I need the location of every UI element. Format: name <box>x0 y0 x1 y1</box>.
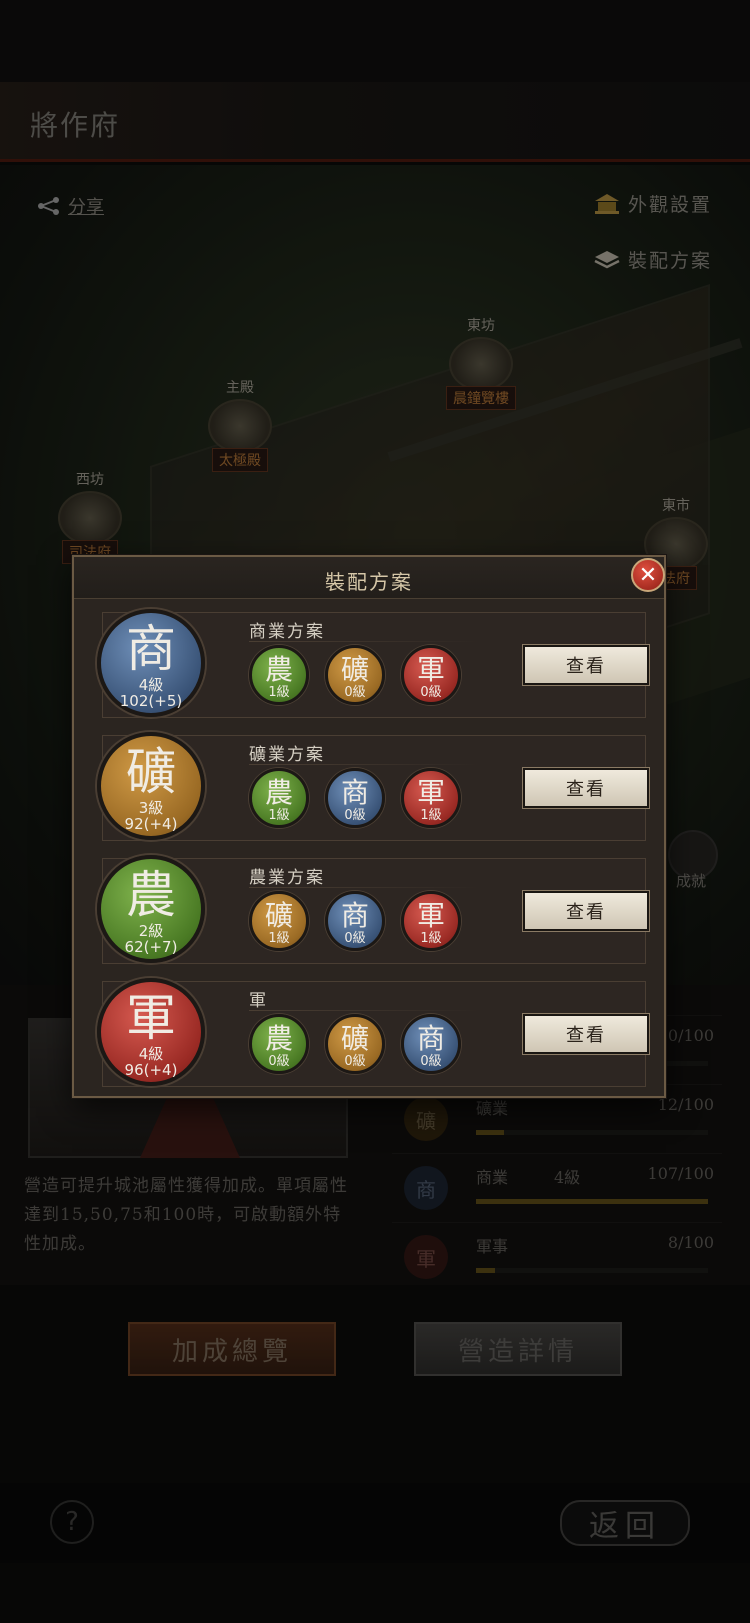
main-attribute-orb: 軍 4級 96(+4) <box>97 978 205 1086</box>
sub-attribute-orb: 農 0級 <box>249 1014 309 1074</box>
plan-name: 礦業方案 <box>249 745 325 765</box>
plan-card: 農 2級 62(+7) 農業方案 礦 1級 商 0級 軍 1級 查看 <box>97 855 649 964</box>
view-button[interactable]: 查看 <box>523 1014 649 1054</box>
orb-level: 1級 <box>268 685 290 700</box>
plan-card: 礦 3級 92(+4) 礦業方案 農 1級 商 0級 軍 1級 查看 <box>97 732 649 841</box>
orb-glyph: 礦 <box>340 653 369 686</box>
divider <box>249 887 479 888</box>
orb-glyph: 商 <box>416 1022 445 1055</box>
orb-level: 1級 <box>420 808 442 823</box>
sub-attribute-orb: 軍 1級 <box>401 768 461 828</box>
orb-level: 4級 <box>138 1045 164 1063</box>
orb-glyph: 礦 <box>340 1022 369 1055</box>
orb-level: 0級 <box>268 1054 290 1069</box>
orb-glyph: 農 <box>126 866 176 924</box>
sub-attribute-orb: 商 0級 <box>325 768 385 828</box>
close-button[interactable]: ✕ <box>631 558 665 592</box>
divider <box>249 1010 479 1011</box>
orb-level: 0級 <box>344 685 366 700</box>
orb-level: 0級 <box>420 685 442 700</box>
orb-glyph: 礦 <box>264 899 293 932</box>
plan-card: 商 4級 102(+5) 商業方案 農 1級 礦 0級 軍 0級 查看 <box>97 609 649 718</box>
orb-level: 1級 <box>268 931 290 946</box>
orb-level: 3級 <box>138 799 164 817</box>
orb-glyph: 軍 <box>416 899 445 932</box>
orb-level: 1級 <box>420 931 442 946</box>
orb-score: 92(+4) <box>124 815 178 833</box>
orb-score: 96(+4) <box>124 1061 178 1079</box>
orb-glyph: 軍 <box>416 653 445 686</box>
sub-attribute-orb: 礦 0級 <box>325 645 385 705</box>
plan-name: 軍 <box>249 991 268 1011</box>
sub-attribute-orb: 商 0級 <box>325 891 385 951</box>
orb-level: 2級 <box>138 922 164 940</box>
sub-attribute-orb: 農 1級 <box>249 645 309 705</box>
orb-glyph: 軍 <box>126 989 176 1047</box>
orb-glyph: 商 <box>126 620 176 678</box>
orb-score: 62(+7) <box>124 938 178 956</box>
orb-glyph: 軍 <box>416 776 445 809</box>
loadout-dialog: 裝配方案 ✕ 商 4級 102(+5) 商業方案 農 1級 礦 0級 軍 0級 查看 … <box>72 555 666 1098</box>
plan-name: 農業方案 <box>249 868 325 888</box>
view-button[interactable]: 查看 <box>523 891 649 931</box>
sub-attribute-orb: 商 0級 <box>401 1014 461 1074</box>
divider <box>249 764 479 765</box>
orb-level: 0級 <box>344 808 366 823</box>
main-attribute-orb: 農 2級 62(+7) <box>97 855 205 963</box>
orb-glyph: 商 <box>340 899 369 932</box>
plan-name: 商業方案 <box>249 622 325 642</box>
orb-score: 102(+5) <box>119 692 183 710</box>
orb-level: 1級 <box>268 808 290 823</box>
sub-attribute-orb: 軍 1級 <box>401 891 461 951</box>
plan-card: 軍 4級 96(+4) 軍 農 0級 礦 0級 商 0級 查看 <box>97 978 649 1087</box>
orb-glyph: 商 <box>340 776 369 809</box>
sub-attribute-orb: 礦 0級 <box>325 1014 385 1074</box>
orb-level: 0級 <box>344 1054 366 1069</box>
orb-glyph: 農 <box>264 776 293 809</box>
orb-level: 4級 <box>138 676 164 694</box>
main-attribute-orb: 礦 3級 92(+4) <box>97 732 205 840</box>
orb-level: 0級 <box>420 1054 442 1069</box>
dialog-title: 裝配方案 <box>325 570 413 594</box>
sub-attribute-orb: 農 1級 <box>249 768 309 828</box>
orb-level: 0級 <box>344 931 366 946</box>
view-button[interactable]: 查看 <box>523 768 649 808</box>
orb-glyph: 礦 <box>126 743 176 801</box>
orb-glyph: 農 <box>264 653 293 686</box>
view-button[interactable]: 查看 <box>523 645 649 685</box>
sub-attribute-orb: 礦 1級 <box>249 891 309 951</box>
orb-glyph: 農 <box>264 1022 293 1055</box>
sub-attribute-orb: 軍 0級 <box>401 645 461 705</box>
main-attribute-orb: 商 4級 102(+5) <box>97 609 205 717</box>
divider <box>249 641 479 642</box>
